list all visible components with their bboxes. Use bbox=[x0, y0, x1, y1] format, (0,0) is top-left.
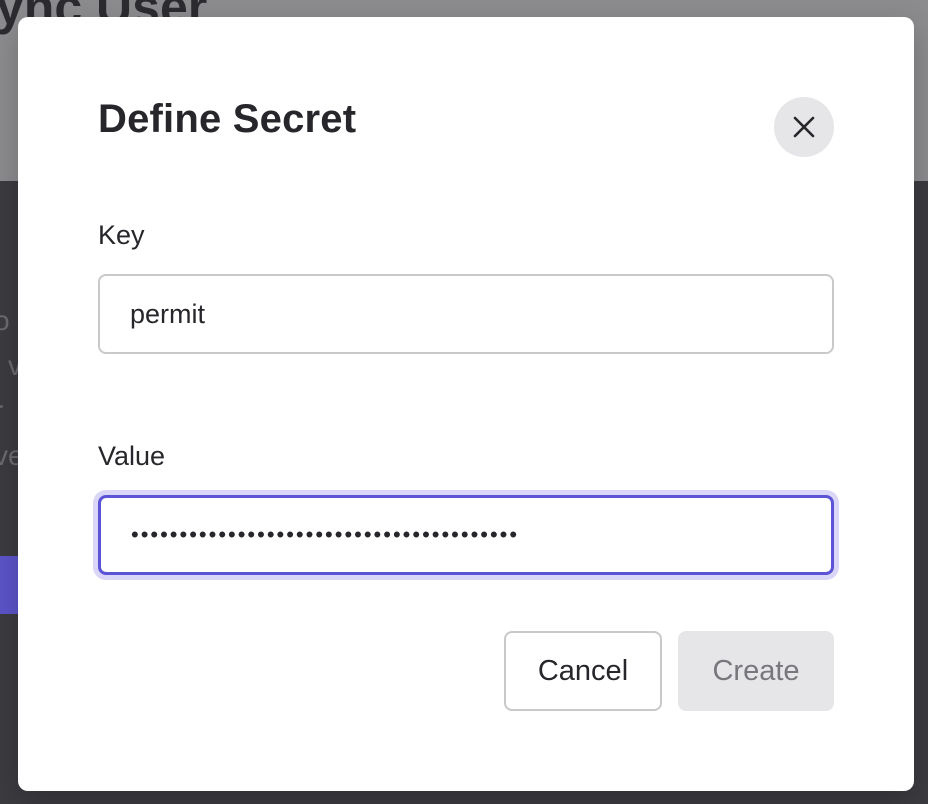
dialog-title: Define Secret bbox=[98, 97, 357, 141]
value-label: Value bbox=[98, 441, 166, 471]
background-text-fragment: r bbox=[0, 395, 3, 427]
close-icon bbox=[793, 116, 815, 138]
background-accent-button bbox=[0, 556, 20, 614]
value-password-input[interactable] bbox=[98, 495, 834, 575]
background-subtitle-fragment: , bbox=[0, 60, 2, 92]
create-button[interactable]: Create bbox=[678, 631, 834, 711]
key-label: Key bbox=[98, 220, 145, 250]
background-text-fragment: o bbox=[0, 305, 10, 336]
define-secret-dialog: Define Secret Key Value Cancel Create bbox=[18, 17, 914, 791]
cancel-button[interactable]: Cancel bbox=[504, 631, 662, 711]
key-input[interactable] bbox=[98, 274, 834, 354]
close-button[interactable] bbox=[774, 97, 834, 157]
